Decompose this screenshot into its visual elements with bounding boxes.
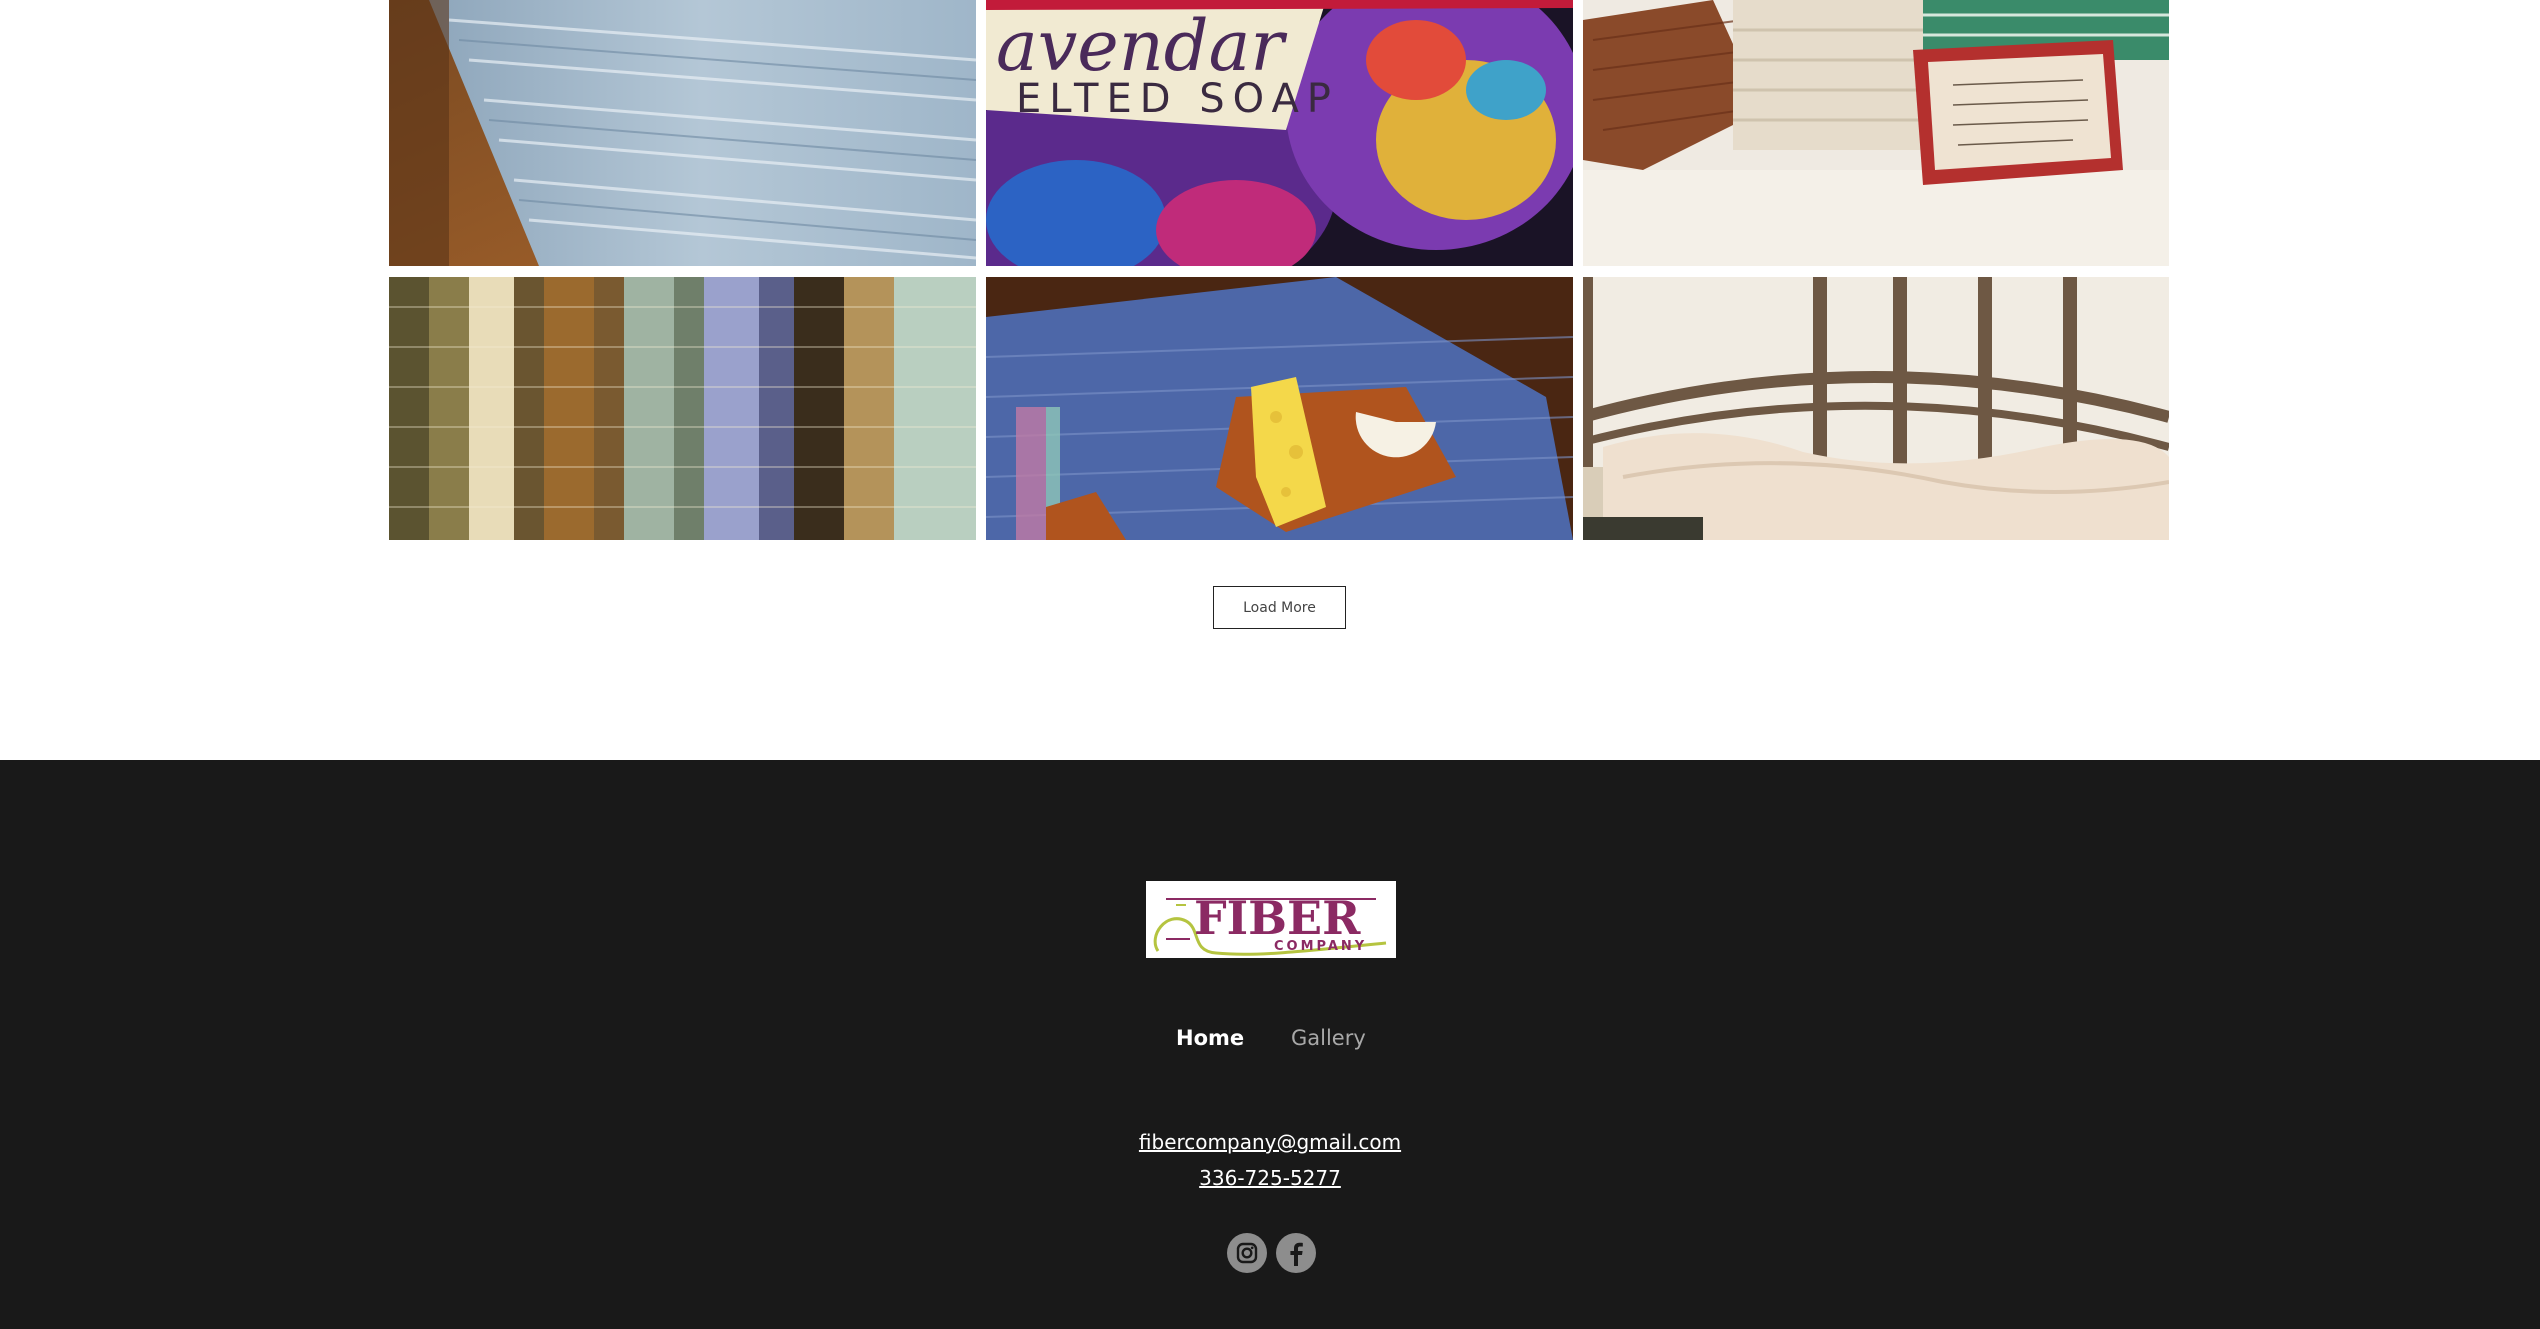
logo-subtext: COMPANY [1274,939,1367,954]
gallery-item-woven-fabric[interactable] [389,0,976,266]
placemat-cheese-image [986,277,1573,540]
gallery-item-placemat[interactable] [986,277,1573,540]
gallery-section: avendar ELTED SOAP Load More [0,0,2540,760]
gallery-item-pillows[interactable] [1583,0,2169,266]
load-more-button[interactable]: Load More [1213,586,1346,629]
gallery-item-throw-blanket[interactable] [1583,277,2169,540]
gallery-item-felted-soap[interactable]: avendar ELTED SOAP [986,0,1573,266]
logo-wordmark: FIBER [1194,891,1361,945]
throw-blanket-image [1583,277,2169,540]
fiber-logo-graphic: FIBER COMPANY [1146,881,1396,958]
footer-nav-home[interactable]: Home [1176,1026,1244,1050]
felted-soap-image: avendar ELTED SOAP [986,0,1573,266]
instagram-icon[interactable] [1227,1233,1267,1273]
footer-nav: Home Gallery [1150,1026,1390,1056]
woven-fabric-image [389,0,976,266]
facebook-icon[interactable] [1276,1233,1316,1273]
gallery-item-yarn-samples[interactable] [389,277,976,540]
footer-nav-gallery[interactable]: Gallery [1291,1026,1366,1050]
pillows-image [1583,0,2169,266]
email-link[interactable]: fibercompany@gmail.com [1000,1130,1540,1154]
svg-text:avendar: avendar [996,5,1287,87]
svg-text:ELTED SOAP: ELTED SOAP [1016,76,1339,122]
phone-link[interactable]: 336-725-5277 [1000,1166,1540,1190]
fiber-company-logo[interactable]: FIBER COMPANY [1146,881,1396,958]
site-footer: FIBER COMPANY Home Gallery fibercompany@… [0,760,2540,1329]
page: avendar ELTED SOAP Load More FIBER COMPA… [0,0,2540,1329]
yarn-samples-image [389,277,976,540]
